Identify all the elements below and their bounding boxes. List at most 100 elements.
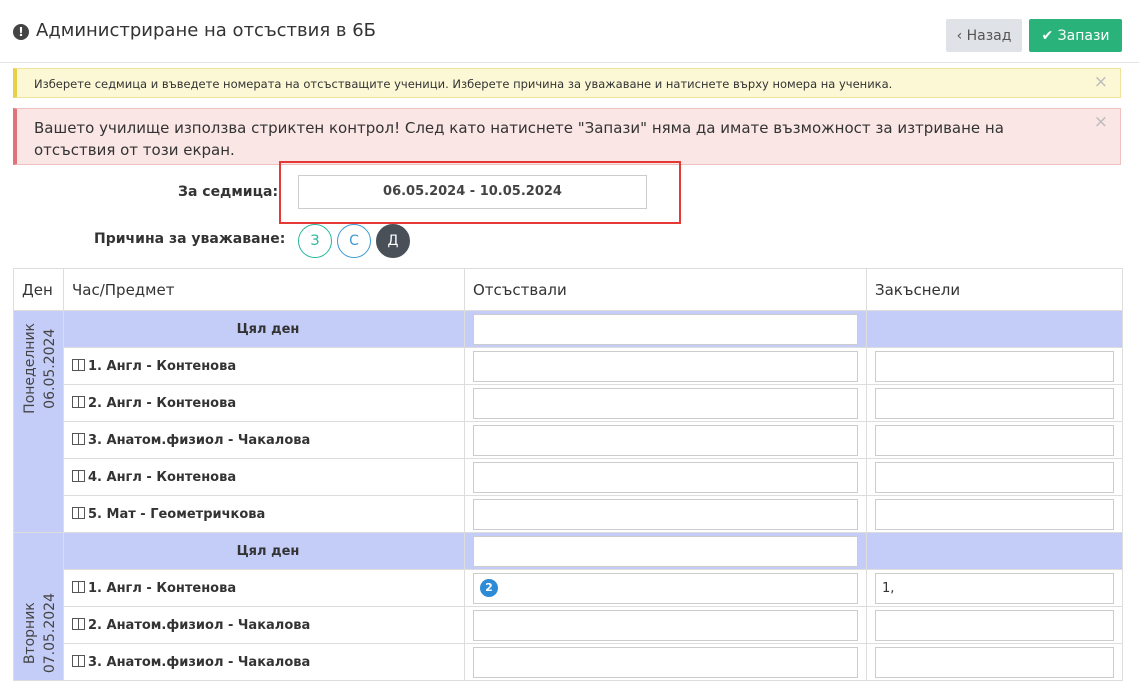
absent-cell	[464, 606, 867, 644]
reason-button-d[interactable]: Д	[376, 224, 410, 258]
absent-input[interactable]	[473, 535, 858, 567]
late-cell	[866, 421, 1123, 459]
column-header-day: Ден	[13, 268, 64, 311]
save-label: Запази	[1057, 27, 1110, 44]
lesson-cell: 2. Анатом.физиол - Чакалова	[63, 606, 465, 644]
lesson-label: 2. Англ - Контенова	[88, 395, 237, 411]
late-cell	[866, 310, 1123, 348]
lesson-cell: 3. Анатом.физиол - Чакалова	[63, 643, 465, 681]
late-input[interactable]	[875, 461, 1114, 493]
late-cell	[866, 643, 1123, 681]
late-cell	[866, 606, 1123, 644]
absent-input[interactable]	[473, 424, 858, 456]
book-icon	[72, 617, 85, 630]
info-alert-text: Изберете седмица и въведете номерата на …	[34, 77, 893, 91]
late-input[interactable]	[875, 498, 1114, 530]
table-header-row: Ден Час/Предмет Отсъствали Закъснели	[13, 268, 1123, 311]
day-name: Вторник	[22, 602, 38, 665]
absent-cell	[464, 643, 867, 681]
reason-button-s[interactable]: С	[337, 224, 371, 258]
danger-alert: Вашето училище използва стриктен контрол…	[13, 108, 1121, 165]
book-icon	[72, 358, 85, 371]
table-row: 3. Анатом.физиол - Чакалова	[14, 643, 1123, 681]
close-icon[interactable]: ×	[1094, 112, 1108, 132]
late-cell	[866, 384, 1123, 422]
day-label: Понеделник 06.05.2024	[20, 323, 60, 414]
absent-input[interactable]	[473, 461, 858, 493]
reason-button-z[interactable]: З	[298, 224, 332, 258]
column-header-absent: Отсъствали	[464, 268, 867, 311]
lesson-label: 1. Англ - Контенова	[88, 358, 237, 374]
lesson-cell: 4. Англ - Контенова	[63, 458, 465, 496]
absent-input[interactable]	[473, 350, 858, 382]
lesson-label: 5. Мат - Геометричкова	[88, 506, 266, 522]
lesson-label: 2. Анатом.физиол - Чакалова	[88, 617, 311, 633]
exclamation-icon: !	[13, 24, 29, 40]
table-row: 1. Англ - Контенова 2 1,	[14, 569, 1123, 607]
late-input[interactable]	[875, 424, 1114, 456]
back-label: Назад	[966, 27, 1012, 44]
absent-cell	[464, 495, 867, 533]
day-cell: Понеделник 06.05.2024	[13, 310, 64, 533]
table-row: 5. Мат - Геометричкова	[14, 495, 1123, 533]
absent-cell	[464, 458, 867, 496]
lesson-cell: 1. Англ - Контенова	[63, 569, 465, 607]
late-cell: 1,	[866, 569, 1123, 607]
table-row: Понеделник 06.05.2024 Цял ден	[13, 310, 1123, 533]
lesson-cell: 1. Англ - Контенова	[63, 347, 465, 385]
table-row: 3. Анатом.физиол - Чакалова	[14, 421, 1123, 459]
absences-table: Ден Час/Предмет Отсъствали Закъснели Пон…	[13, 268, 1123, 681]
full-day-label: Цял ден	[63, 310, 465, 348]
check-icon: ✔	[1041, 27, 1054, 44]
page-title: Администриране на отсъствия в 6Б	[36, 20, 377, 41]
absent-input[interactable]	[473, 609, 858, 641]
late-input[interactable]	[875, 609, 1114, 641]
table-row: Вторник 07.05.2024 Цял ден	[13, 532, 1123, 681]
reason-label: Причина за уважаване:	[94, 231, 286, 247]
page-header: ! Администриране на отсъствия в 6Б ‹ Наз…	[0, 0, 1139, 63]
late-cell	[866, 532, 1123, 570]
day-label: Вторник 07.05.2024	[20, 593, 60, 673]
absent-cell	[464, 310, 867, 348]
table-row: 4. Англ - Контенова	[14, 458, 1123, 496]
highlight-box	[279, 161, 681, 224]
full-day-label: Цял ден	[63, 532, 465, 570]
absent-cell	[464, 532, 867, 570]
week-label: За седмица:	[178, 184, 279, 200]
absent-input[interactable]	[473, 313, 858, 345]
day-date: 07.05.2024	[42, 593, 58, 674]
absent-cell	[464, 347, 867, 385]
lesson-label: 1. Англ - Контенова	[88, 580, 237, 596]
lesson-cell: 5. Мат - Геометричкова	[63, 495, 465, 533]
back-button[interactable]: ‹ Назад	[946, 19, 1022, 52]
close-icon[interactable]: ×	[1094, 72, 1108, 92]
absent-input[interactable]: 2	[473, 572, 858, 604]
absent-cell: 2	[464, 569, 867, 607]
late-cell	[866, 495, 1123, 533]
late-input[interactable]	[875, 350, 1114, 382]
absent-input[interactable]	[473, 498, 858, 530]
day-cell: Вторник 07.05.2024	[13, 532, 64, 681]
lesson-label: 4. Англ - Контенова	[88, 469, 237, 485]
day-name: Понеделник	[22, 323, 38, 414]
save-button[interactable]: ✔ Запази	[1029, 19, 1122, 52]
student-number-badge[interactable]: 2	[480, 578, 498, 597]
day-date: 06.05.2024	[42, 328, 58, 409]
column-header-late: Закъснели	[866, 268, 1123, 311]
late-input[interactable]	[875, 646, 1114, 678]
info-alert: Изберете седмица и въведете номерата на …	[13, 68, 1121, 98]
late-input[interactable]	[875, 387, 1114, 419]
lesson-cell: 2. Англ - Контенова	[63, 384, 465, 422]
lesson-label: 3. Анатом.физиол - Чакалова	[88, 432, 311, 448]
table-row: 1. Англ - Контенова	[14, 347, 1123, 385]
book-icon	[72, 469, 85, 482]
late-input[interactable]: 1,	[875, 572, 1114, 604]
lesson-cell: 3. Анатом.физиол - Чакалова	[63, 421, 465, 459]
absent-cell	[464, 421, 867, 459]
book-icon	[72, 506, 85, 519]
lesson-label: 3. Анатом.физиол - Чакалова	[88, 654, 311, 670]
absent-input[interactable]	[473, 646, 858, 678]
book-icon	[72, 580, 85, 593]
late-cell	[866, 347, 1123, 385]
absent-input[interactable]	[473, 387, 858, 419]
